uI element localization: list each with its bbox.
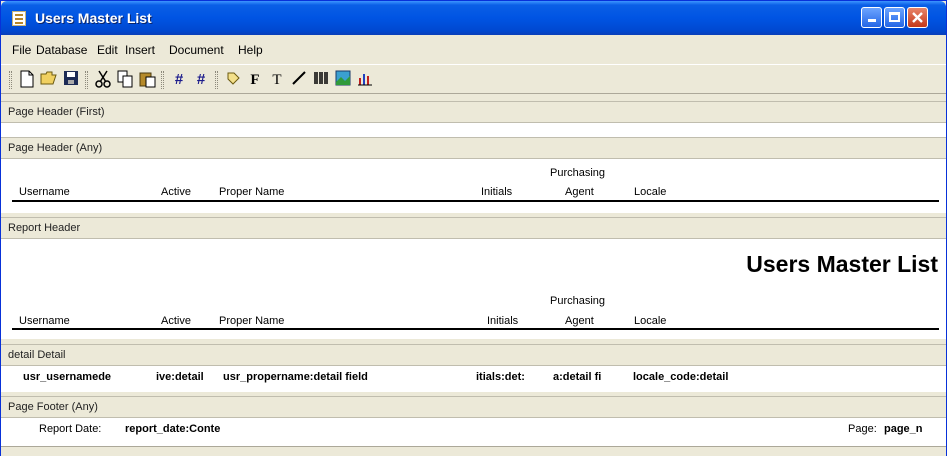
menu-file[interactable]: File xyxy=(12,43,31,57)
column-header-locale[interactable]: Locale xyxy=(634,315,666,327)
column-header-purchasing[interactable]: Purchasing xyxy=(550,295,605,307)
bottom-border xyxy=(1,446,946,456)
detail-field-locale[interactable]: locale_code:detail xyxy=(633,371,728,383)
menu-database[interactable]: Database xyxy=(36,43,87,57)
text-tool-icon[interactable]: T xyxy=(267,70,287,90)
toolbar-separator xyxy=(85,71,88,89)
band-report-header[interactable]: Users Master List Username Active Proper… xyxy=(1,239,946,339)
footer-report-date-label[interactable]: Report Date: xyxy=(39,423,101,435)
line-tool-icon[interactable] xyxy=(289,70,309,90)
menu-edit[interactable]: Edit xyxy=(97,43,118,57)
cut-icon[interactable] xyxy=(93,70,113,90)
menu-help[interactable]: Help xyxy=(238,43,263,57)
open-folder-icon[interactable] xyxy=(39,70,59,90)
grid-icon[interactable]: # xyxy=(169,70,189,90)
toolbar-separator xyxy=(161,71,164,89)
close-button[interactable] xyxy=(907,7,928,28)
footer-report-date-field[interactable]: report_date:Conte xyxy=(125,423,220,435)
detail-field-initials[interactable]: itials:det: xyxy=(476,371,525,383)
section-page-header-any[interactable]: Page Header (Any) xyxy=(1,137,946,159)
column-header-active[interactable]: Active xyxy=(161,186,191,198)
detail-field-proper-name[interactable]: usr_propername:detail field xyxy=(223,371,368,383)
band-page-footer[interactable]: Report Date: report_date:Conte Page: pag… xyxy=(1,418,946,446)
toolbar-grip[interactable] xyxy=(9,71,12,89)
section-report-header[interactable]: Report Header xyxy=(1,217,946,239)
detail-field-active[interactable]: ive:detail xyxy=(156,371,204,383)
barcode-icon[interactable] xyxy=(311,70,331,90)
column-header-initials[interactable]: Initials xyxy=(487,315,518,327)
pointer-tag-icon[interactable] xyxy=(223,70,243,90)
menu-bar: File Database Edit Insert Document Help xyxy=(1,35,946,63)
column-header-agent[interactable]: Agent xyxy=(565,315,594,327)
menu-document[interactable]: Document xyxy=(169,43,224,57)
section-page-footer[interactable]: Page Footer (Any) xyxy=(1,396,946,418)
app-document-icon xyxy=(12,11,26,26)
header-underline xyxy=(12,328,939,330)
column-header-proper-name[interactable]: Proper Name xyxy=(219,186,284,198)
chart-icon[interactable] xyxy=(355,70,375,90)
section-page-header-first[interactable]: Page Header (First) xyxy=(1,101,946,123)
field-tool-icon[interactable]: F xyxy=(245,70,265,90)
report-title[interactable]: Users Master List xyxy=(746,251,938,278)
paste-icon[interactable] xyxy=(137,70,157,90)
footer-page-field[interactable]: page_n xyxy=(884,423,923,435)
band-page-header-any[interactable]: Username Active Proper Name Initials Pur… xyxy=(1,159,946,213)
copy-icon[interactable] xyxy=(115,70,135,90)
app-window: Users Master List File Database Edit Ins… xyxy=(0,0,947,456)
column-header-username[interactable]: Username xyxy=(19,315,70,327)
snap-grid-icon[interactable]: # xyxy=(191,70,211,90)
detail-field-agent[interactable]: a:detail fi xyxy=(553,371,601,383)
title-bar[interactable]: Users Master List xyxy=(1,1,946,35)
menu-insert[interactable]: Insert xyxy=(125,43,155,57)
image-icon[interactable] xyxy=(333,70,353,90)
maximize-button[interactable] xyxy=(884,7,905,28)
minimize-button[interactable] xyxy=(861,7,882,28)
footer-page-label[interactable]: Page: xyxy=(848,423,877,435)
toolbar: # # F T xyxy=(1,64,946,94)
close-icon xyxy=(912,12,923,23)
header-underline xyxy=(12,200,939,202)
column-header-initials[interactable]: Initials xyxy=(481,186,512,198)
section-detail[interactable]: detail Detail xyxy=(1,344,946,366)
column-header-purchasing[interactable]: Purchasing xyxy=(550,167,605,179)
detail-field-username[interactable]: usr_usernamede xyxy=(23,371,111,383)
column-header-locale[interactable]: Locale xyxy=(634,186,666,198)
toolbar-separator xyxy=(215,71,218,89)
band-page-header-first[interactable] xyxy=(1,123,946,137)
new-document-icon[interactable] xyxy=(17,70,37,90)
window-title: Users Master List xyxy=(35,10,152,26)
column-header-agent[interactable]: Agent xyxy=(565,186,594,198)
column-header-username[interactable]: Username xyxy=(19,186,70,198)
band-detail[interactable]: usr_usernamede ive:detail usr_propername… xyxy=(1,366,946,392)
minimize-icon xyxy=(867,19,876,22)
column-header-active[interactable]: Active xyxy=(161,315,191,327)
save-icon[interactable] xyxy=(61,70,81,90)
maximize-icon xyxy=(889,12,900,22)
column-header-proper-name[interactable]: Proper Name xyxy=(219,315,284,327)
